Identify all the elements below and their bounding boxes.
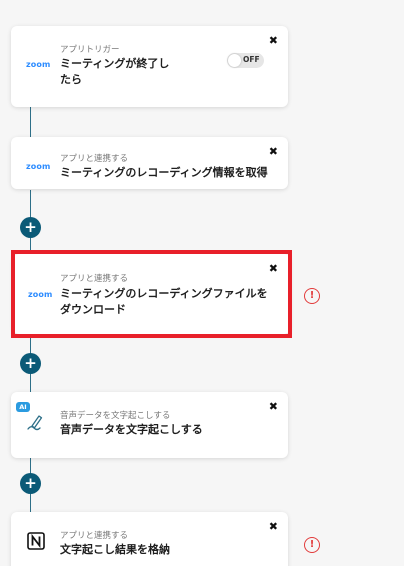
warning-icon: ! xyxy=(304,537,320,553)
flow-canvas: zoom アプリトリガー ミーティングが終了し たら OFF ✖ zoom アプ… xyxy=(0,0,404,566)
close-icon[interactable]: ✖ xyxy=(269,146,278,157)
step-caption: アプリと連携する xyxy=(60,274,129,284)
step-title: ミーティングのレコーディングファイルを ダウンロード xyxy=(60,286,268,318)
step-caption: アプリと連携する xyxy=(60,531,129,541)
step-caption: 音声データを文字起こしする xyxy=(60,411,171,421)
step-caption: アプリトリガー xyxy=(60,45,120,55)
step-caption: アプリと連携する xyxy=(60,154,129,164)
toggle-label: OFF xyxy=(243,55,260,64)
step-title: ミーティングが終了し たら xyxy=(60,56,169,88)
add-step-button[interactable]: + xyxy=(20,473,41,494)
step-card-get-recording-info[interactable]: zoom アプリと連携する ミーティングのレコーディング情報を取得 ✖ xyxy=(11,137,288,189)
step-card-store-transcript[interactable]: アプリと連携する 文字起こし結果を格納 ✖ xyxy=(11,512,288,566)
pen-icon xyxy=(27,415,43,431)
step-title-line: たら xyxy=(60,73,82,86)
close-icon[interactable]: ✖ xyxy=(269,35,278,46)
close-icon[interactable]: ✖ xyxy=(269,263,278,274)
add-step-button[interactable]: + xyxy=(20,353,41,374)
step-title: 音声データを文字起こしする xyxy=(60,423,203,436)
step-card-trigger[interactable]: zoom アプリトリガー ミーティングが終了し たら OFF ✖ xyxy=(11,26,288,107)
step-title-line: ミーティングが終了し xyxy=(60,57,170,70)
warning-icon: ! xyxy=(304,288,320,304)
step-title-line: ダウンロード xyxy=(60,303,126,316)
step-title: 文字起こし結果を格納 xyxy=(60,543,170,556)
step-card-transcription[interactable]: AI 音声データを文字起こしする 音声データを文字起こしする ✖ xyxy=(11,392,288,458)
step-title-line: ミーティングのレコーディングファイルを xyxy=(60,287,268,300)
toggle-knob xyxy=(228,54,241,67)
close-icon[interactable]: ✖ xyxy=(269,521,278,532)
zoom-logo: zoom xyxy=(26,60,51,69)
connector-line xyxy=(30,106,31,138)
zoom-logo: zoom xyxy=(26,162,51,171)
add-step-button[interactable]: + xyxy=(20,217,41,238)
notion-icon xyxy=(27,532,45,550)
step-title: ミーティングのレコーディング情報を取得 xyxy=(60,166,268,179)
zoom-logo: zoom xyxy=(28,290,53,299)
ai-badge: AI xyxy=(16,402,30,412)
trigger-toggle[interactable]: OFF xyxy=(227,53,264,68)
step-card-download-recording[interactable]: zoom アプリと連携する ミーティングのレコーディングファイルを ダウンロード… xyxy=(13,254,290,334)
close-icon[interactable]: ✖ xyxy=(269,401,278,412)
